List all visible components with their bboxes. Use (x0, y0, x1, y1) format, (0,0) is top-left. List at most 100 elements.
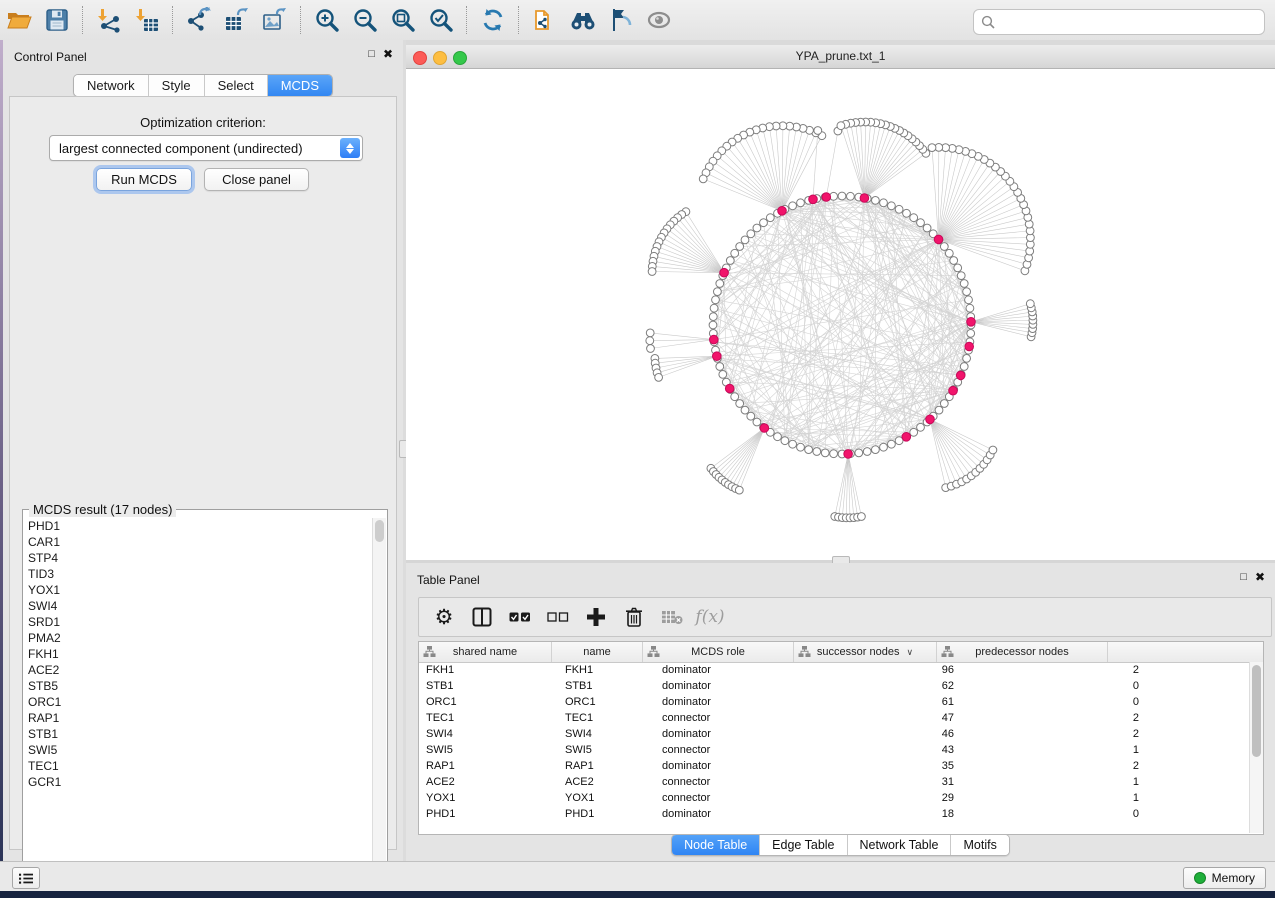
mcds-result-item[interactable]: SWI4 (24, 598, 372, 614)
show-columns-button[interactable] (465, 602, 499, 632)
mcds-result-item[interactable]: STB5 (24, 678, 372, 694)
table-scrollbar[interactable] (1249, 662, 1263, 833)
table-row[interactable]: ACE2ACE2connector311 (419, 774, 1263, 790)
close-panel-icon[interactable]: ✖ (383, 48, 393, 60)
function-icon: f(x) (695, 607, 724, 627)
tab-network-table[interactable]: Network Table (848, 835, 952, 855)
table-row[interactable]: SWI5SWI5connector431 (419, 742, 1263, 758)
mcds-result-item[interactable]: PMA2 (24, 630, 372, 646)
open-session-button[interactable] (0, 3, 38, 37)
hide-graphics-details-button[interactable] (602, 3, 640, 37)
mcds-result-item[interactable]: TID3 (24, 566, 372, 582)
column-type-icon (647, 645, 660, 658)
save-floppy-icon (45, 8, 69, 32)
import-table-icon (134, 7, 160, 33)
mcds-tab-content: Optimization criterion: largest connecte… (9, 96, 397, 850)
table-cell: TEC1 (419, 710, 558, 726)
mcds-scrollbar-thumb[interactable] (375, 520, 384, 542)
table-row[interactable]: FKH1FKH1dominator962 (419, 662, 1263, 678)
birds-eye-view-button[interactable] (640, 3, 678, 37)
criterion-select[interactable]: largest connected component (undirected) (49, 135, 363, 161)
mcds-result-item[interactable]: ORC1 (24, 694, 372, 710)
close-panel-button[interactable]: Close panel (204, 168, 309, 191)
mcds-result-item[interactable]: YOX1 (24, 582, 372, 598)
mcds-result-item[interactable]: CAR1 (24, 534, 372, 550)
toolbar-separator (300, 6, 302, 34)
memory-button[interactable]: Memory (1183, 867, 1266, 889)
table-scrollbar-thumb[interactable] (1252, 665, 1261, 757)
search-find-button[interactable] (564, 3, 602, 37)
tab-edge-table[interactable]: Edge Table (760, 835, 847, 855)
table-cell: 62 (812, 678, 969, 694)
binoculars-icon (569, 8, 597, 32)
mcds-result-item[interactable]: RAP1 (24, 710, 372, 726)
tab-node-table[interactable]: Node Table (672, 835, 760, 855)
network-window-titlebar[interactable]: YPA_prune.txt_1 (406, 45, 1275, 69)
mcds-result-item[interactable]: SRD1 (24, 614, 372, 630)
mcds-result-item[interactable]: PHD1 (24, 518, 372, 534)
mcds-result-item[interactable]: GCR1 (24, 774, 372, 790)
tab-select[interactable]: Select (205, 75, 268, 96)
table-cell: 0 (969, 678, 1154, 694)
column-header-MCDS-role[interactable]: MCDS role (643, 642, 794, 662)
optimization-criterion-label: Optimization criterion: (10, 115, 396, 130)
select-all-button[interactable] (503, 602, 537, 632)
tab-motifs[interactable]: Motifs (951, 835, 1008, 855)
tab-style[interactable]: Style (149, 75, 205, 96)
column-type-icon (423, 645, 436, 658)
export-network-icon (186, 7, 212, 33)
network-graph[interactable] (406, 68, 1275, 560)
mcds-result-item[interactable]: STP4 (24, 550, 372, 566)
table-row[interactable]: PHD1PHD1dominator180 (419, 806, 1263, 822)
delete-table-button[interactable] (655, 602, 689, 632)
column-header-shared-name[interactable]: shared name (419, 642, 552, 662)
apply-layout-button[interactable] (474, 3, 512, 37)
import-network-button[interactable] (90, 3, 128, 37)
tab-network[interactable]: Network (74, 75, 149, 96)
delete-column-button[interactable] (617, 602, 651, 632)
export-network-button[interactable] (180, 3, 218, 37)
export-image-button[interactable] (256, 3, 294, 37)
deselect-all-button[interactable] (541, 602, 575, 632)
table-settings-button[interactable]: ⚙ (427, 602, 461, 632)
zoom-fit-button[interactable] (384, 3, 422, 37)
zoom-in-button[interactable] (308, 3, 346, 37)
table-cell: 43 (812, 742, 969, 758)
table-row[interactable]: TEC1TEC1connector472 (419, 710, 1263, 726)
task-history-button[interactable] (12, 867, 40, 889)
function-builder-button[interactable]: f(x) (693, 602, 727, 632)
table-cell: 35 (812, 758, 969, 774)
export-table-button[interactable] (218, 3, 256, 37)
table-row[interactable]: STB1STB1dominator620 (419, 678, 1263, 694)
column-header-successor-nodes[interactable]: successor nodes∨ (794, 642, 937, 662)
float-panel-icon[interactable]: □ (1240, 572, 1247, 583)
close-panel-icon[interactable]: ✖ (1255, 571, 1265, 583)
mcds-result-item[interactable]: ACE2 (24, 662, 372, 678)
desktop-wallpaper-strip (0, 891, 1275, 898)
table-row[interactable]: YOX1YOX1connector291 (419, 790, 1263, 806)
search-input[interactable] (995, 13, 1264, 31)
mcds-result-item[interactable]: SWI5 (24, 742, 372, 758)
tab-mcds[interactable]: MCDS (268, 75, 332, 96)
mcds-result-item[interactable]: STB1 (24, 726, 372, 742)
mcds-result-item[interactable]: FKH1 (24, 646, 372, 662)
save-session-button[interactable] (38, 3, 76, 37)
mcds-result-item[interactable]: TEC1 (24, 758, 372, 774)
table-row[interactable]: ORC1ORC1dominator610 (419, 694, 1263, 710)
table-row[interactable]: SWI4SWI4dominator462 (419, 726, 1263, 742)
run-mcds-button[interactable]: Run MCDS (96, 168, 192, 191)
zoom-out-button[interactable] (346, 3, 384, 37)
float-panel-icon[interactable]: □ (368, 49, 375, 60)
add-column-button[interactable] (579, 602, 613, 632)
table-panel-tabs: Node TableEdge TableNetwork TableMotifs (406, 834, 1275, 856)
node-table: shared namenameMCDS rolesuccessor nodes∨… (418, 641, 1264, 835)
column-header-predecessor-nodes[interactable]: predecessor nodes (937, 642, 1108, 662)
import-table-button[interactable] (128, 3, 166, 37)
search-field[interactable] (973, 9, 1265, 35)
mcds-list-scrollbar[interactable] (372, 518, 386, 876)
table-row[interactable]: RAP1RAP1dominator352 (419, 758, 1263, 774)
open-folder-icon (6, 8, 32, 32)
column-header-name[interactable]: name (552, 642, 643, 662)
clone-network-button[interactable] (526, 3, 564, 37)
zoom-selected-button[interactable] (422, 3, 460, 37)
